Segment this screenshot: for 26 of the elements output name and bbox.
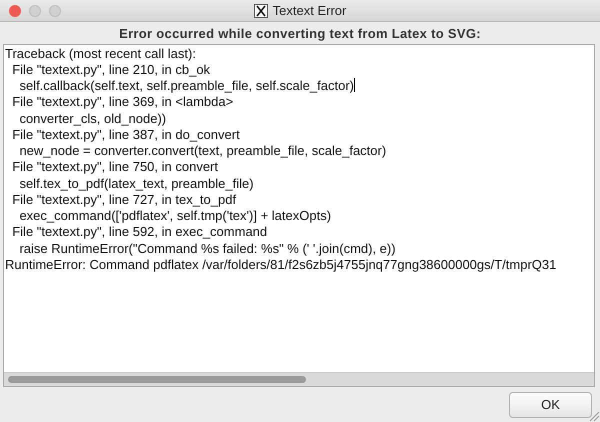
traceback-line: File "textext.py", line 592, in exec_command — [11, 224, 268, 240]
text-cursor — [354, 78, 355, 92]
traceback-line: File "textext.py", line 727, in tex_to_pdf — [11, 192, 236, 207]
traceback-line: RuntimeError: Command pdflatex /var/folders/81/f2s6zb5j4755jnq77gng38600000gs/T/tmprQ31 — [5, 256, 556, 272]
error-heading: Error occurred while converting text from Latex to SVG: — [118, 25, 482, 43]
minimize-button[interactable] — [29, 5, 41, 17]
traceback-line: File "textext.py", line 210, in cb_ok — [11, 62, 210, 77]
horizontal-scrollbar[interactable] — [4, 372, 594, 386]
traceback-line: self.callback(self.text, self.preamble_file, self.scale_factor) — [18, 78, 354, 93]
traceback-line: converter_cls, old_node)) — [18, 110, 166, 126]
traceback-line: exec_command(['pdflatex', self.tmp('tex')] + latexOpts) — [18, 208, 332, 223]
traceback-line: File "textext.py", line 369, in <lambda> — [11, 94, 234, 110]
traceback-text-area[interactable] — [3, 44, 595, 386]
traceback-line: File "textext.py", line 387, in do_convert — [11, 126, 240, 142]
x11-app-icon — [254, 4, 268, 18]
traceback-line: Traceback (most recent call last): — [5, 46, 196, 60]
zoom-button[interactable] — [49, 5, 61, 17]
close-button[interactable] — [9, 5, 21, 17]
ok-button[interactable]: OK — [509, 392, 592, 418]
traceback-line: File "textext.py", line 750, in convert — [11, 159, 218, 174]
window-title: Textext Error — [272, 2, 346, 20]
traceback-line: raise RuntimeError("Command %s failed: %s" % (' '.join(cmd), e)) — [18, 240, 396, 256]
resize-grip-icon[interactable] — [588, 410, 600, 422]
scrollbar-thumb[interactable] — [8, 376, 306, 382]
traceback-line: self.tex_to_pdf(latex_text, preamble_file) — [18, 176, 254, 190]
traceback-line: new_node = converter.convert(text, preamble_file, scale_factor) — [18, 143, 386, 158]
